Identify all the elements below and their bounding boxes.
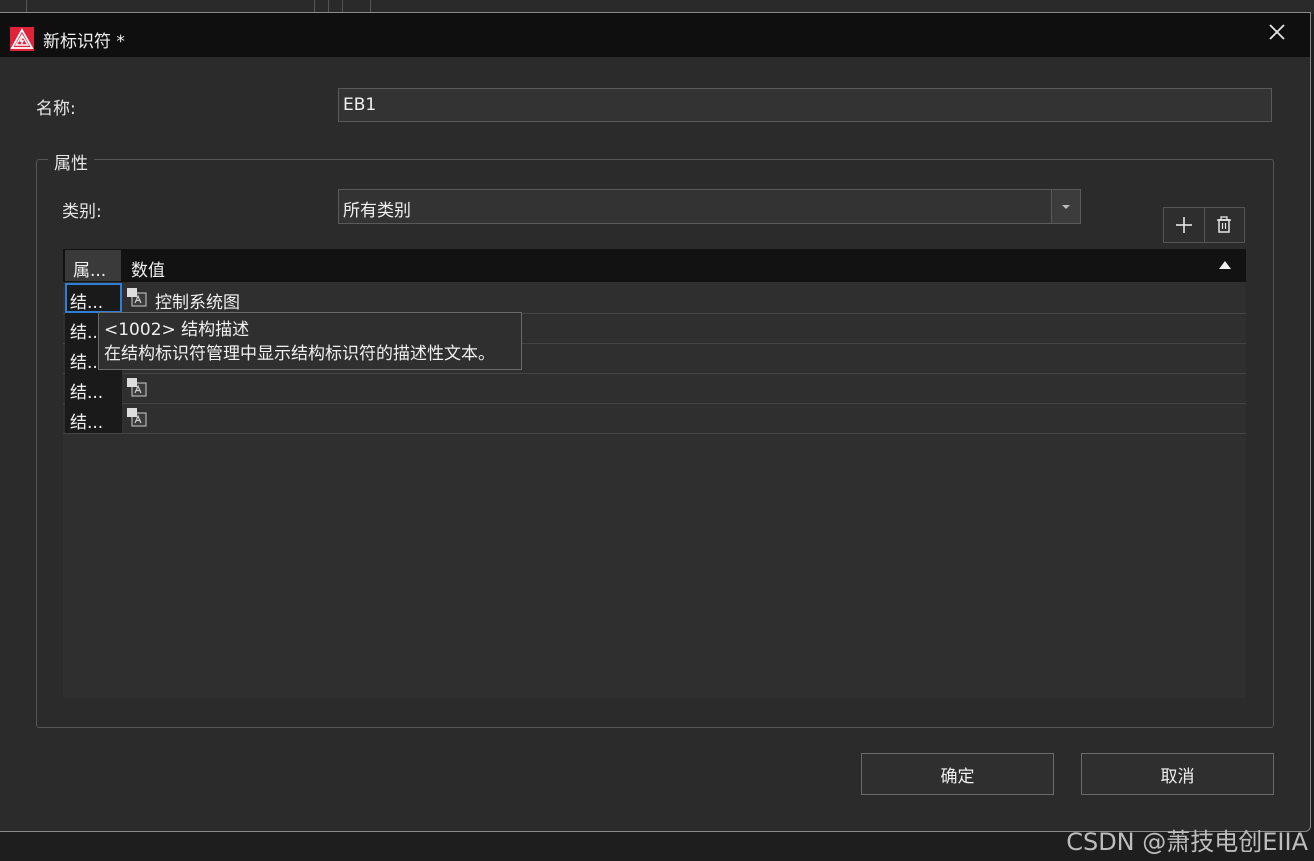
name-label: 名称: [36,99,76,119]
category-selected-value: 所有类别 [343,201,411,221]
ok-button[interactable]: 确定 [861,753,1054,795]
dialog-title: 新标识符 * [43,32,125,52]
property-cell[interactable]: 结... [65,373,122,403]
name-input[interactable] [338,88,1272,122]
grid-header: 属... 数值 [63,249,1246,282]
chevron-down-icon [1062,205,1070,209]
delete-property-button[interactable] [1203,208,1245,242]
translate-icon [127,288,147,307]
sort-ascending-icon[interactable] [1218,260,1232,270]
trash-icon [1217,216,1232,233]
column-header-value[interactable]: 数值 [131,256,165,281]
value-cell[interactable]: 控制系统图 [155,288,240,313]
cancel-button[interactable]: 取消 [1081,753,1274,795]
property-tooltip: <1002> 结构描述 在结构标识符管理中显示结构标识符的描述性文本。 [98,312,522,370]
translate-icon [127,408,147,427]
add-property-button[interactable] [1164,208,1204,242]
title-bar[interactable]: 新标识符 * [0,13,1310,57]
properties-group-label: 属性 [48,149,94,174]
tooltip-title: <1002> 结构描述 [104,320,250,340]
category-label: 类别: [62,202,102,222]
property-cell[interactable]: 结... [65,283,122,313]
new-identifier-dialog: 新标识符 * 名称: 属性 类别: 所有类别 [0,12,1311,832]
plus-icon [1175,217,1192,233]
table-row[interactable]: 结... 控制系统图 [63,283,1246,314]
translate-icon [127,378,147,397]
category-dropdown-button[interactable] [1051,190,1080,223]
tooltip-description: 在结构标识符管理中显示结构标识符的描述性文本。 [104,344,495,364]
table-row[interactable]: 结... [63,373,1246,404]
column-header-property[interactable]: 属... [65,250,121,281]
table-row[interactable]: 结... [63,403,1246,434]
close-icon[interactable] [1264,19,1290,45]
property-cell[interactable]: 结... [65,403,122,433]
app-logo-icon [10,27,34,51]
grid-toolbar [1163,207,1245,243]
category-select[interactable]: 所有类别 [338,189,1081,224]
watermark: CSDN @萧技电创EIIA [1066,828,1308,856]
